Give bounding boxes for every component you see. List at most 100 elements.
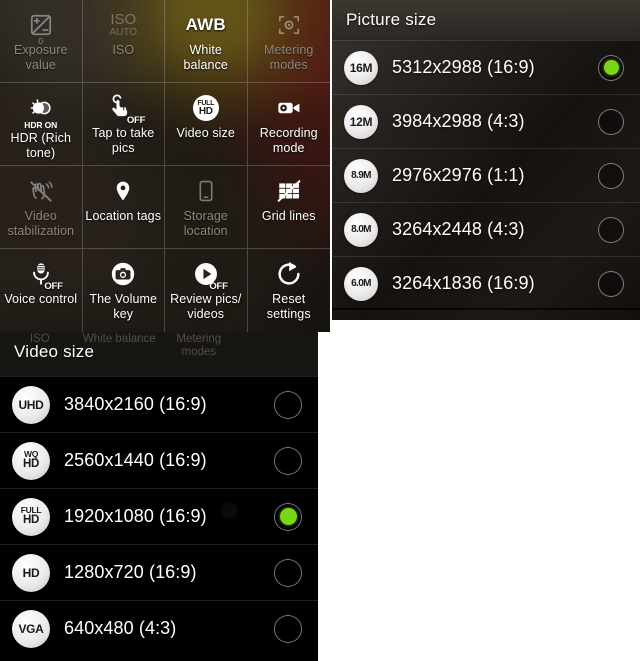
video-stabilization-icon: [17, 175, 65, 207]
radio-button-selected[interactable]: [598, 54, 624, 81]
radio-dot: [280, 620, 297, 637]
settings-item-reset-settings[interactable]: Reset settings: [248, 249, 331, 332]
option-row[interactable]: 6.0M 3264x1836 (16:9): [332, 256, 640, 310]
settings-item-iso[interactable]: ISO AUTO ISO: [82, 0, 165, 83]
option-label: 3264x2448 (4:3): [392, 219, 525, 239]
tap-to-take-pics-icon: OFF: [99, 92, 147, 126]
white-balance-icon: AWB: [185, 15, 226, 34]
settings-item-label: Video stabilization: [7, 209, 75, 238]
radio-dot: [604, 114, 619, 129]
radio-button[interactable]: [274, 390, 302, 419]
option-row[interactable]: FULL HD 1920x1080 (16:9): [0, 488, 318, 544]
metering-modes-icon: [265, 9, 313, 41]
volume-key-icon: [99, 258, 147, 290]
radio-button[interactable]: [274, 614, 302, 643]
settings-item-label: Review pics/ videos: [170, 292, 242, 321]
settings-item-location-tags[interactable]: Location tags: [82, 166, 165, 249]
option-row[interactable]: HD 1280x720 (16:9): [0, 544, 318, 600]
option-label: 640x480 (4:3): [64, 618, 177, 638]
resolution-badge: 12M: [344, 104, 378, 139]
resolution-badge: HD: [12, 553, 50, 592]
settings-item-label: Grid lines: [261, 209, 316, 223]
off-badge: OFF: [209, 281, 228, 292]
review-pics-videos-icon: OFF: [182, 258, 230, 292]
radio-button[interactable]: [274, 446, 302, 475]
screen-root: 0 Exposure value ISO AUTO ISO AWB White balanc…: [0, 0, 640, 661]
radio-button[interactable]: [598, 162, 624, 189]
radio-button[interactable]: [598, 270, 624, 297]
settings-item-label: Recording mode: [259, 126, 318, 155]
picture-size-header: Picture size: [332, 0, 640, 40]
settings-item-grid-lines[interactable]: Grid lines: [247, 166, 330, 249]
resolution-badge: 16M: [344, 50, 378, 85]
settings-item-white-balance[interactable]: AWB White balance: [165, 0, 248, 83]
settings-item-tap-to-take-pics[interactable]: OFF Tap to take pics: [82, 83, 165, 166]
option-row[interactable]: UHD 3840x2160 (16:9): [0, 376, 318, 432]
settings-item-label: Location tags: [85, 209, 162, 223]
settings-item-label: Metering modes: [264, 43, 314, 72]
radio-dot: [603, 60, 619, 75]
grid-lines-icon: [265, 175, 313, 207]
picture-size-panel: Picture size 16M 5312x2988 (16:9) 12M 3984x…: [332, 0, 640, 320]
resolution-badge: FULL HD: [12, 497, 50, 536]
settings-item-label: Storage location: [183, 209, 228, 238]
settings-grid-table: 0 Exposure value ISO AUTO ISO AWB White balanc…: [0, 0, 330, 332]
option-row[interactable]: 8.0M 3264x2448 (4:3): [332, 202, 640, 256]
option-label: 3840x2160 (16:9): [64, 394, 207, 414]
radio-button[interactable]: [598, 108, 624, 135]
exposure-value-number: 0: [38, 36, 44, 46]
settings-item-metering-modes[interactable]: Metering modes: [247, 0, 330, 83]
settings-item-hdr[interactable]: HDR ON HDR (Rich tone): [0, 83, 83, 166]
option-label: 1280x720 (16:9): [64, 562, 197, 582]
settings-item-recording-mode[interactable]: Recording mode: [247, 83, 330, 166]
settings-item-label: Exposure value: [13, 43, 68, 72]
video-size-option-list: UHD 3840x2160 (16:9) WQ HD 2560x1440 (16:9) F…: [0, 376, 318, 656]
settings-item-video-stabilization[interactable]: Video stabilization: [0, 166, 83, 249]
option-label: 2976x2976 (1:1): [392, 165, 525, 185]
option-label: 5312x2988 (16:9): [392, 57, 535, 77]
option-label: 2560x1440 (16:9): [64, 450, 207, 470]
exposure-value-icon: 0: [17, 9, 65, 46]
radio-button-selected[interactable]: [274, 502, 302, 531]
settings-item-label: Reset settings: [266, 292, 311, 321]
radio-dot: [604, 276, 619, 291]
hdr-icon: HDR ON: [17, 92, 65, 130]
settings-item-storage-location[interactable]: Storage location: [165, 166, 248, 249]
hdr-on-badge: HDR ON: [24, 120, 58, 130]
option-label: 1920x1080 (16:9): [64, 506, 207, 526]
radio-dot: [280, 564, 297, 581]
resolution-badge: 8.0M: [344, 212, 378, 247]
storage-location-icon: [182, 175, 230, 207]
picture-size-title: Picture size: [346, 10, 437, 29]
off-badge: OFF: [44, 281, 63, 292]
resolution-badge: 8.9M: [344, 158, 378, 193]
option-row[interactable]: WQ HD 2560x1440 (16:9): [0, 432, 318, 488]
option-row[interactable]: 8.9M 2976x2976 (1:1): [332, 148, 640, 202]
camera-settings-grid: 0 Exposure value ISO AUTO ISO AWB White balanc…: [0, 0, 330, 332]
iso-icon: ISO AUTO: [109, 10, 138, 38]
option-row[interactable]: VGA 640x480 (4:3): [0, 600, 318, 656]
settings-item-label: White balance: [183, 43, 228, 72]
option-row[interactable]: 16M 5312x2988 (16:9): [332, 40, 640, 94]
settings-item-video-size[interactable]: FULL HD Video size: [165, 83, 248, 166]
settings-item-volume-key[interactable]: The Volume key: [83, 249, 165, 332]
option-label: 3264x1836 (16:9): [392, 273, 535, 293]
resolution-badge: VGA: [12, 609, 50, 648]
resolution-badge: WQ HD: [12, 441, 50, 480]
resolution-badge: UHD: [12, 385, 50, 424]
picture-size-option-list: 16M 5312x2988 (16:9) 12M 3984x2988 (4:3) 8.9…: [332, 40, 640, 310]
reset-settings-icon: [265, 258, 313, 290]
settings-item-label: HDR (Rich tone): [10, 131, 72, 160]
video-size-header: ISO White balance Metering modes Video siz…: [0, 332, 318, 376]
radio-button[interactable]: [274, 558, 302, 587]
radio-dot: [279, 508, 297, 525]
video-size-panel: ISO White balance Metering modes Video siz…: [0, 332, 318, 661]
settings-item-review-pics-videos[interactable]: OFF Review pics/ videos: [165, 249, 248, 332]
radio-button[interactable]: [598, 216, 624, 243]
settings-item-label: Tap to take pics: [92, 126, 155, 155]
option-row[interactable]: 12M 3984x2988 (4:3): [332, 94, 640, 148]
location-tags-icon: [99, 175, 147, 207]
settings-item-exposure-value[interactable]: 0 Exposure value: [0, 0, 83, 83]
settings-item-voice-control[interactable]: OFF Voice control: [0, 249, 83, 332]
radio-dot: [604, 168, 619, 183]
